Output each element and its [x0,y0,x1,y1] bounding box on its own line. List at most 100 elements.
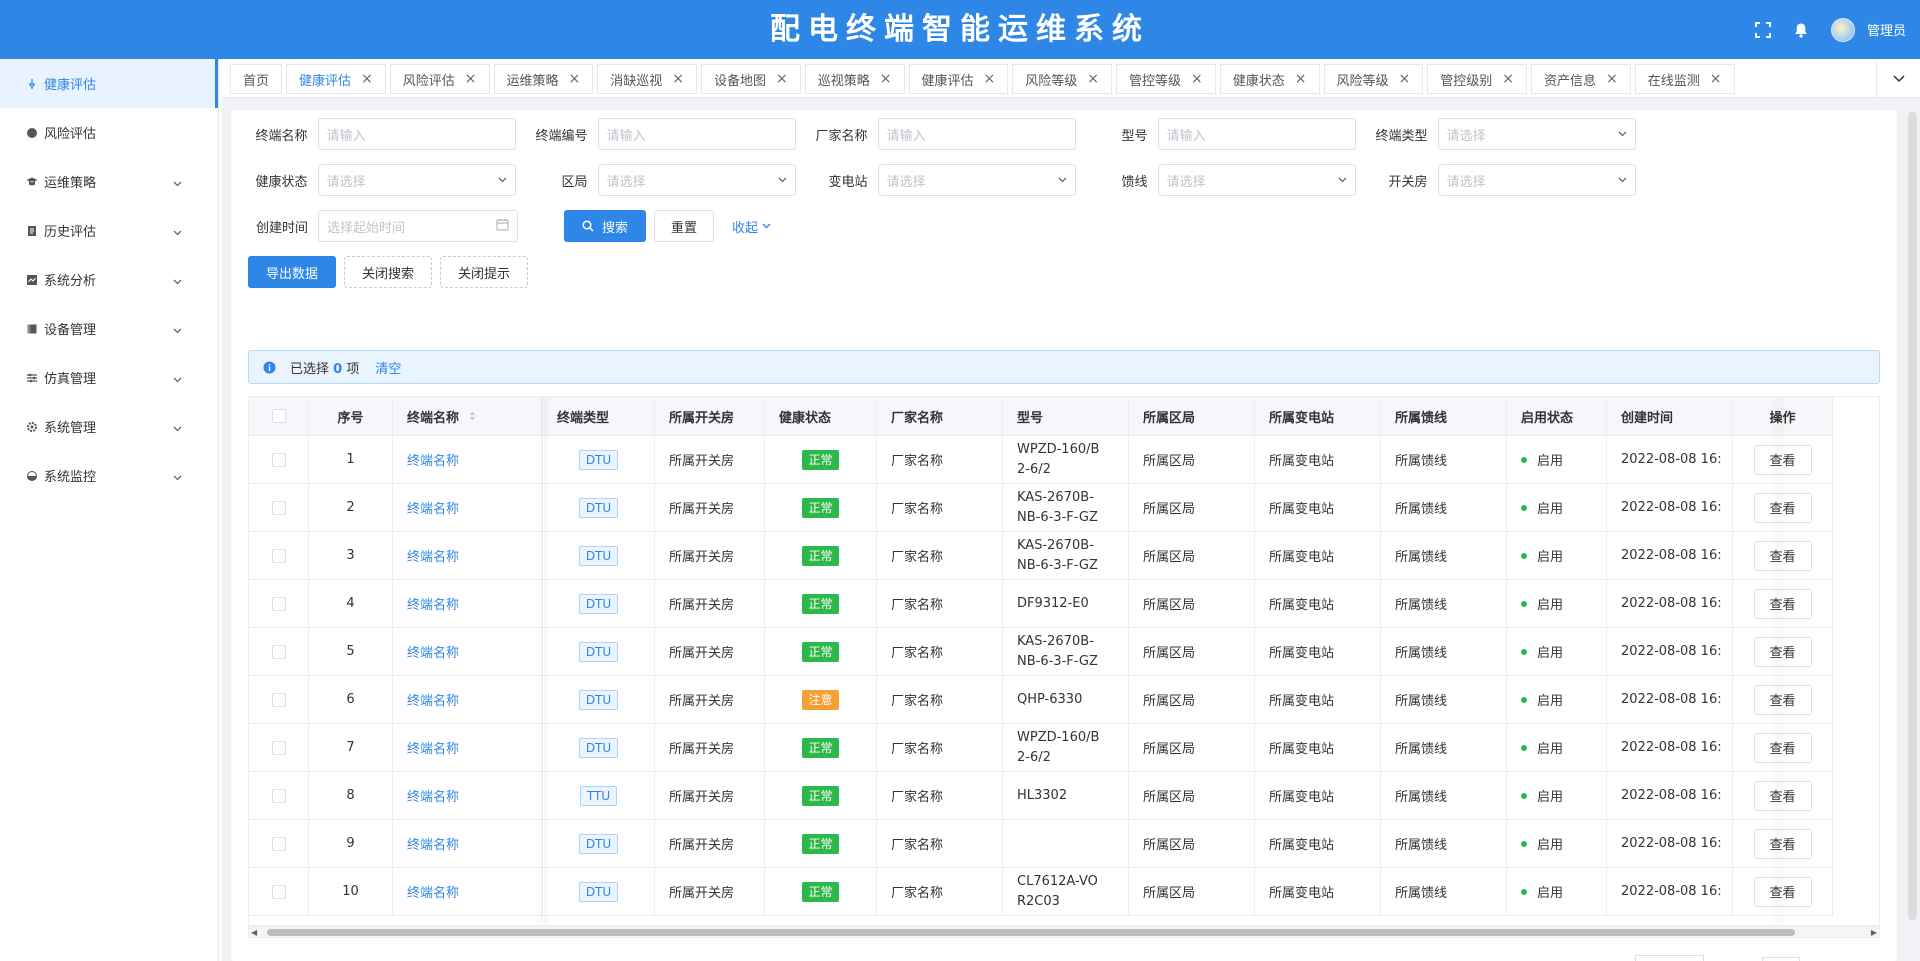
page-size-select[interactable]: 10 条/页 [1634,955,1704,961]
row-checkbox[interactable] [271,452,286,467]
close-icon[interactable]: × [880,71,892,87]
user-menu[interactable]: 管理员 [1830,17,1906,42]
row-checkbox[interactable] [271,836,286,851]
close-icon[interactable]: × [1399,71,1411,87]
vertical-scrollbar[interactable] [1908,112,1917,920]
table-row[interactable]: 3 终端名称 DTU 所属开关房 正常 厂家名称 KAS-2670B-NB-6-3-F-GZ… [249,532,1833,580]
terminal-name-link[interactable]: 终端名称 [407,690,459,709]
view-button[interactable]: 查看 [1753,828,1812,859]
view-button[interactable]: 查看 [1753,876,1812,907]
terminal-name-link[interactable]: 终端名称 [407,594,459,613]
tab-5[interactable]: 设备地图 × [701,64,801,94]
view-button[interactable]: 查看 [1753,540,1812,571]
sidebar-item-3[interactable]: 历史评估 [0,206,218,255]
close-icon[interactable]: × [776,71,788,87]
sidebar-item-6[interactable]: 仿真管理 [0,353,218,402]
clear-selection-link[interactable]: 清空 [375,358,401,377]
view-button[interactable]: 查看 [1753,636,1812,667]
reset-button[interactable]: 重置 [654,210,714,242]
filter-input[interactable]: 请输入 [597,118,796,150]
view-button[interactable]: 查看 [1753,492,1812,523]
tab-2[interactable]: 风险评估 × [389,64,490,94]
filter-select[interactable]: 请选择 [1437,164,1636,196]
row-checkbox[interactable] [271,692,286,707]
tab-8[interactable]: 风险等级 × [1012,64,1113,94]
tab-0[interactable]: 首页 [230,64,283,94]
filter-select[interactable]: 请选择 [877,164,1076,196]
row-checkbox[interactable] [271,644,286,659]
table-row[interactable]: 6 终端名称 DTU 所属开关房 注意 厂家名称 QHP-6330 所属区局 所属变电站 所属馈线… [249,676,1833,724]
table-row[interactable]: 1 终端名称 DTU 所属开关房 正常 厂家名称 WPZD-160/B2-6/2 所属区局 所属… [249,436,1833,484]
tabs-more-button[interactable] [1876,61,1920,97]
filter-input[interactable]: 请输入 [317,118,516,150]
close-icon[interactable]: × [465,71,477,87]
row-checkbox[interactable] [271,548,286,563]
table-row[interactable]: 4 终端名称 DTU 所属开关房 正常 厂家名称 DF9312-E0 所属区局 所属变电站 所属馈… [249,580,1833,628]
terminal-name-link[interactable]: 终端名称 [407,642,459,661]
created-time-picker[interactable]: 选择起始时间 [318,210,518,242]
horizontal-scrollbar[interactable]: ◀ ▶ [248,926,1880,938]
close-icon[interactable]: × [1502,71,1514,87]
filter-select[interactable]: 请选择 [1437,118,1636,150]
close-icon[interactable]: × [1606,71,1618,87]
row-checkbox[interactable] [271,500,286,515]
row-checkbox[interactable] [271,788,286,803]
terminal-name-link[interactable]: 终端名称 [407,498,459,517]
sidebar-item-8[interactable]: 系统监控 [0,451,218,500]
close-icon[interactable]: × [672,71,684,87]
filter-input[interactable]: 请输入 [1157,118,1356,150]
sidebar-item-5[interactable]: 设备管理 [0,304,218,353]
tab-4[interactable]: 消缺巡视 × [597,64,698,94]
filter-select[interactable]: 请选择 [1157,164,1356,196]
goto-input[interactable]: 1 [1761,957,1801,961]
filter-select[interactable]: 请选择 [597,164,796,196]
terminal-name-link[interactable]: 终端名称 [407,450,459,469]
scroll-right-icon[interactable]: ▶ [1871,928,1877,937]
tab-7[interactable]: 健康评估 × [908,64,1009,94]
terminal-name-link[interactable]: 终端名称 [407,882,459,901]
close-icon[interactable]: × [1087,71,1099,87]
filter-select[interactable]: 请选择 [317,164,516,196]
terminal-name-link[interactable]: 终端名称 [407,738,459,757]
table-row[interactable]: 2 终端名称 DTU 所属开关房 正常 厂家名称 KAS-2670B-NB-6-3-F-GZ… [249,484,1833,532]
view-button[interactable]: 查看 [1753,732,1812,763]
view-button[interactable]: 查看 [1753,444,1812,475]
table-row[interactable]: 8 终端名称 TTU 所属开关房 正常 厂家名称 HL3302 所属区局 所属变电站 所属馈线 启用… [249,772,1833,820]
search-button[interactable]: 搜索 [564,210,646,242]
row-checkbox[interactable] [271,596,286,611]
sidebar-item-7[interactable]: 系统管理 [0,402,218,451]
view-button[interactable]: 查看 [1753,588,1812,619]
scroll-thumb[interactable] [267,929,1795,936]
tab-6[interactable]: 巡视策略 × [804,64,905,94]
view-button[interactable]: 查看 [1753,780,1812,811]
fullscreen-icon[interactable] [1754,21,1771,38]
sidebar-item-0[interactable]: 健康评估 [0,59,218,108]
export-button[interactable]: 导出数据 [248,256,336,288]
tab-9[interactable]: 管控等级 × [1116,64,1216,94]
collapse-toggle[interactable]: 收起 [732,217,771,236]
close-icon[interactable]: × [569,71,581,87]
filter-input[interactable]: 请输入 [877,118,1076,150]
tab-10[interactable]: 健康状态 × [1219,64,1320,94]
close-icon[interactable]: × [361,71,373,87]
tab-3[interactable]: 运维策略 × [493,64,594,94]
close-tip-button[interactable]: 关闭提示 [440,256,528,288]
view-button[interactable]: 查看 [1753,684,1812,715]
terminal-name-link[interactable]: 终端名称 [407,546,459,565]
column-header[interactable] [249,397,309,435]
tab-14[interactable]: 在线监测 × [1634,64,1735,94]
close-search-button[interactable]: 关闭搜索 [344,256,432,288]
sidebar-item-4[interactable]: 系统分析 [0,255,218,304]
tab-12[interactable]: 管控级别 × [1427,64,1528,94]
sidebar-item-1[interactable]: 风险评估 [0,108,218,157]
close-icon[interactable]: × [1295,71,1307,87]
select-all-checkbox[interactable] [271,409,286,423]
sidebar-item-2[interactable]: 运维策略 [0,157,218,206]
bell-icon[interactable] [1793,22,1809,38]
tab-13[interactable]: 资产信息 × [1531,64,1631,94]
sort-icon[interactable] [469,411,476,421]
close-icon[interactable]: × [1191,71,1203,87]
table-row[interactable]: 9 终端名称 DTU 所属开关房 正常 厂家名称 所属区局 所属变电站 所属馈线 启用 2022-0… [249,820,1833,868]
tab-11[interactable]: 风险等级 × [1323,64,1424,94]
close-icon[interactable]: × [984,71,996,87]
